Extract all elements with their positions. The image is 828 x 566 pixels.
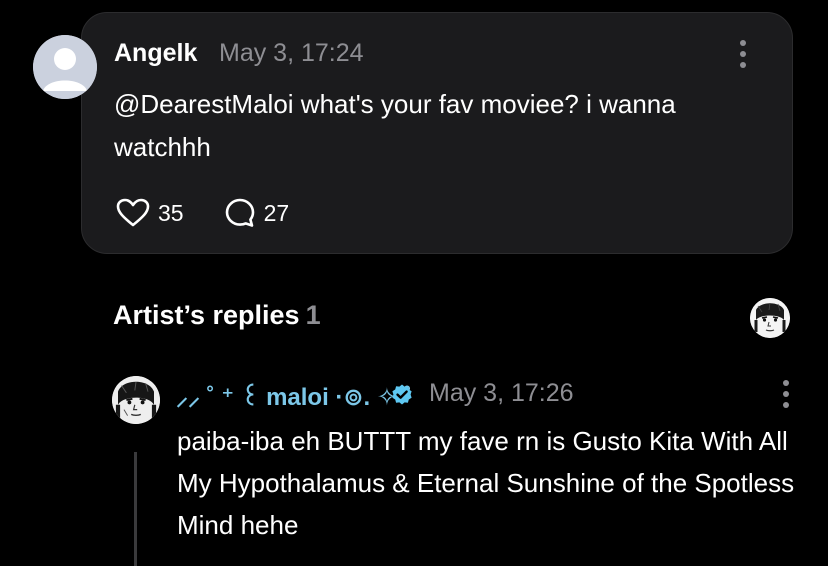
artist-avatar[interactable] [112, 376, 160, 424]
more-vertical-icon[interactable] [779, 379, 793, 409]
reply-timestamp: May 3, 17:26 [429, 379, 574, 407]
artist-username[interactable]: ⸝⸝ ˚ ⁺ ꒰ maloi ·⊚. ✧ ˚ [176, 379, 412, 413]
sketch-portrait-icon [112, 376, 160, 424]
comment-username[interactable]: Angelk [114, 39, 197, 68]
reply-count: 27 [263, 199, 290, 226]
reply-button[interactable]: 27 [224, 197, 290, 229]
sketch-portrait-icon [750, 298, 790, 338]
commenter-avatar[interactable] [33, 35, 97, 99]
like-button[interactable]: 35 [116, 198, 184, 228]
more-vertical-icon[interactable] [736, 39, 750, 69]
comment-card: Angelk May 3, 17:24 @DearestMaloi what's… [81, 12, 793, 254]
screen: Angelk May 3, 17:24 @DearestMaloi what's… [0, 0, 828, 566]
reply-text: paiba-iba eh BUTTT my fave rn is Gusto K… [177, 426, 795, 540]
like-count: 35 [158, 199, 184, 226]
comment-timestamp: May 3, 17:24 [219, 39, 364, 67]
comment-icon [225, 198, 254, 227]
default-avatar-icon [33, 35, 97, 99]
artist-replies-count: 1 [305, 300, 321, 330]
heart-icon [116, 198, 150, 227]
artist-replies-title: Artist’s replies [113, 300, 300, 330]
comment-actions: 35 27 [116, 197, 329, 229]
artist-avatar-small[interactable] [750, 298, 790, 338]
artist-replies-heading: Artist’s replies 1 [113, 300, 321, 331]
thread-line [134, 452, 137, 566]
comment-text: @DearestMaloi what's your fav moviee? i … [114, 89, 676, 162]
verified-badge-icon [392, 384, 412, 405]
